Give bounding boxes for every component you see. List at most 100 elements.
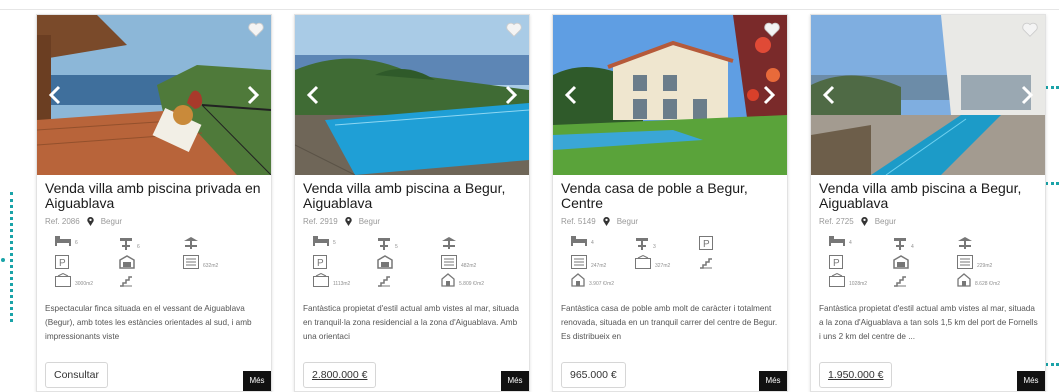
floorplan-icon [571,255,587,269]
property-photo[interactable] [37,15,271,175]
ref-row: Ref. 2086 Begur [45,216,122,227]
stairs-icon [894,276,906,287]
bathrooms: 5 [377,236,398,250]
stairs [377,273,391,287]
parking-icon: P [829,255,843,269]
price-badge[interactable]: 965.000 € [561,362,626,388]
bedrooms: 5 [313,236,336,246]
property-description: Fantàstica propietat d'estil actual amb … [303,304,519,341]
features-row-3: 3.907 €/m2 [571,273,781,289]
plot-icon [313,273,329,287]
floorplan-icon [441,255,457,269]
parking: P [313,255,327,269]
property-card[interactable]: Venda villa amb piscina a Begur, Aiguabl… [810,14,1046,392]
bathrooms: 6 [119,236,140,250]
bedrooms: 6 [55,236,78,246]
svg-text:P: P [833,258,840,269]
bed-icon [571,236,587,246]
built-area: 482m2 [441,255,476,269]
garage [377,255,393,269]
location: Begur [100,217,123,226]
chevron-left-icon[interactable] [305,85,321,105]
shower-icon [378,238,390,250]
property-card[interactable]: Venda villa amb piscina a Begur, Aiguabl… [294,14,530,392]
parking: P [55,255,69,269]
property-photo[interactable] [553,15,787,175]
property-photo[interactable] [811,15,1045,175]
svg-text:P: P [317,258,324,269]
features-row-1: 6 6 [55,236,265,252]
chevron-left-icon[interactable] [47,85,63,105]
property-description: Fantàstica casa de poble amb molt de car… [561,304,778,341]
plot-icon [829,273,845,287]
chevron-left-icon[interactable] [821,85,837,105]
location: Begur [874,217,897,226]
more-button[interactable]: Més [1017,371,1045,391]
stairs-icon [378,276,390,287]
terrace-icon [184,237,198,249]
chevron-right-icon[interactable] [1019,85,1035,105]
house-price-icon [957,273,971,287]
parking: P [829,255,843,269]
heart-icon[interactable] [247,21,265,39]
more-button[interactable]: Més [759,371,787,391]
heart-icon[interactable] [763,21,781,39]
terrace-icon [958,237,972,249]
property-card[interactable]: Venda casa de poble a Begur, Centre Ref.… [552,14,788,392]
plot-icon [55,273,71,287]
heart-icon[interactable] [505,21,523,39]
svg-text:P: P [703,239,710,250]
terrace-icon [442,237,456,249]
plot-area: 1028m2 [829,273,867,287]
property-description: Espectacular finca situada en el vessant… [45,304,252,341]
features-row-2: P 632m2 [55,255,265,271]
property-title[interactable]: Venda casa de poble a Begur, Centre [561,181,783,211]
ref-row: Ref. 2725 Begur [819,216,896,227]
price-badge[interactable]: 2.800.000 € [303,362,377,388]
stairs [699,255,713,269]
property-title[interactable]: Venda villa amb piscina privada en Aigua… [45,181,267,211]
house-price-icon [441,273,455,287]
shower-icon [894,238,906,250]
property-title[interactable]: Venda villa amb piscina a Begur, Aiguabl… [819,181,1041,211]
features-row-3: 3000m2 [55,273,265,289]
features-row-1: 4 4 [829,236,1039,252]
features-row-1: 5 5 [313,236,523,252]
garage-icon [377,255,393,269]
property-title[interactable]: Venda villa amb piscina a Begur, Aiguabl… [303,181,525,211]
bed-icon [55,236,71,246]
features-row-3: 1028m2 8.628 €/m2 [829,273,1039,289]
more-button[interactable]: Més [501,371,529,391]
stairs [119,273,133,287]
garage [119,255,135,269]
location: Begur [358,217,381,226]
shower-icon [120,238,132,250]
plot-icon [635,255,651,269]
location: Begur [616,217,639,226]
stairs-icon [700,258,712,269]
property-photo[interactable] [295,15,529,175]
plot-area: 1113m2 [313,273,350,287]
features-row-2: P 229m2 [829,255,1039,271]
plot-area: 3000m2 [55,273,93,287]
ref-number: Ref. 2086 [45,217,80,226]
heart-icon[interactable] [1021,21,1039,39]
features-row-1: 4 3 P [571,236,781,252]
price-per-m2: 3.907 €/m2 [571,273,614,287]
chevron-right-icon[interactable] [761,85,777,105]
chevron-right-icon[interactable] [245,85,261,105]
garage [893,255,909,269]
chevron-left-icon[interactable] [563,85,579,105]
map-pin-icon [602,217,610,226]
terrace [183,236,199,250]
property-card[interactable]: Venda villa amb piscina privada en Aigua… [36,14,272,392]
more-button[interactable]: Més [243,371,271,391]
chevron-right-icon[interactable] [503,85,519,105]
parking-icon: P [699,236,713,250]
features-row-2: 247m2 327m2 [571,255,781,271]
price-badge[interactable]: Consultar [45,362,108,388]
dotted-decoration-left [1,192,19,322]
price-badge[interactable]: 1.950.000 € [819,362,893,388]
built-area: 632m2 [183,255,218,269]
stairs [893,273,907,287]
